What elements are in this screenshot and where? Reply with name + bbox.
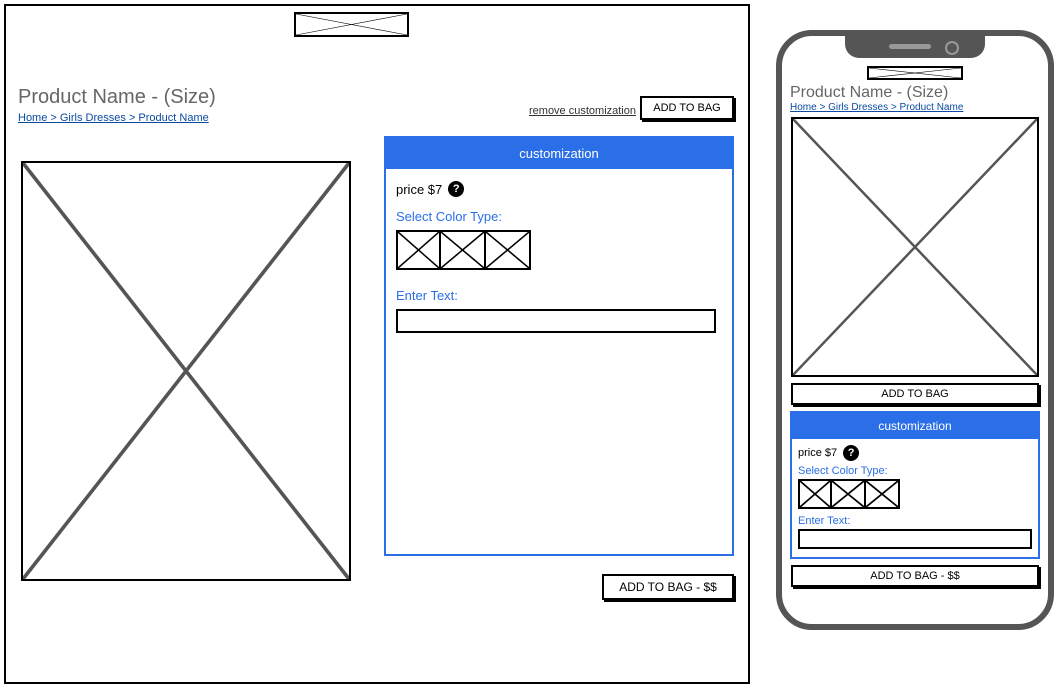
help-icon[interactable]: ? [448, 181, 464, 197]
enter-text-label: Enter Text: [396, 288, 722, 303]
custom-text-input[interactable] [396, 309, 716, 333]
mobile-product-title: Product Name - (Size) [788, 84, 1042, 102]
logo-placeholder [294, 12, 409, 37]
price-label: price $7 [396, 182, 442, 197]
mobile-add-to-bag-button-bottom[interactable]: ADD TO BAG - $$ [791, 565, 1039, 587]
product-image-placeholder [21, 161, 351, 581]
add-to-bag-button-top[interactable]: ADD TO BAG [640, 96, 734, 120]
mobile-customization-header: customization [792, 413, 1038, 439]
mobile-color-swatch-2[interactable] [832, 479, 866, 509]
remove-customization-link[interactable]: remove customization [529, 105, 636, 117]
mobile-breadcrumb[interactable]: Home > Girls Dresses > Product Name [788, 102, 1042, 113]
mobile-logo-placeholder [867, 66, 963, 80]
mobile-customization-panel: customization price $7 ? Select Color Ty… [790, 411, 1040, 559]
add-to-bag-button-bottom[interactable]: ADD TO BAG - $$ [602, 574, 734, 600]
desktop-frame: Product Name - (Size) Home > Girls Dress… [4, 4, 750, 684]
mobile-product-image-placeholder [791, 117, 1039, 377]
color-swatch-1[interactable] [396, 230, 441, 270]
mobile-select-color-label: Select Color Type: [798, 465, 1032, 477]
mobile-add-to-bag-button-top[interactable]: ADD TO BAG [791, 383, 1039, 405]
mobile-enter-text-label: Enter Text: [798, 515, 1032, 527]
mobile-frame: Product Name - (Size) Home > Girls Dress… [776, 30, 1054, 630]
customization-body: price $7 ? Select Color Type: Enter Text… [386, 169, 732, 345]
mobile-color-swatch-1[interactable] [798, 479, 832, 509]
customization-header: customization [386, 138, 732, 169]
color-swatch-2[interactable] [441, 230, 486, 270]
mobile-custom-text-input[interactable] [798, 529, 1032, 549]
select-color-label: Select Color Type: [396, 209, 722, 224]
mobile-price-label: price $7 [798, 447, 837, 459]
product-title: Product Name - (Size) [18, 86, 216, 109]
phone-notch [845, 36, 985, 58]
color-swatch-row [396, 230, 722, 270]
mobile-help-icon[interactable]: ? [843, 445, 859, 461]
mobile-color-swatch-3[interactable] [866, 479, 900, 509]
customization-panel: customization price $7 ? Select Color Ty… [384, 136, 734, 556]
color-swatch-3[interactable] [486, 230, 531, 270]
breadcrumb[interactable]: Home > Girls Dresses > Product Name [18, 112, 209, 124]
mobile-color-swatch-row [798, 479, 1032, 509]
